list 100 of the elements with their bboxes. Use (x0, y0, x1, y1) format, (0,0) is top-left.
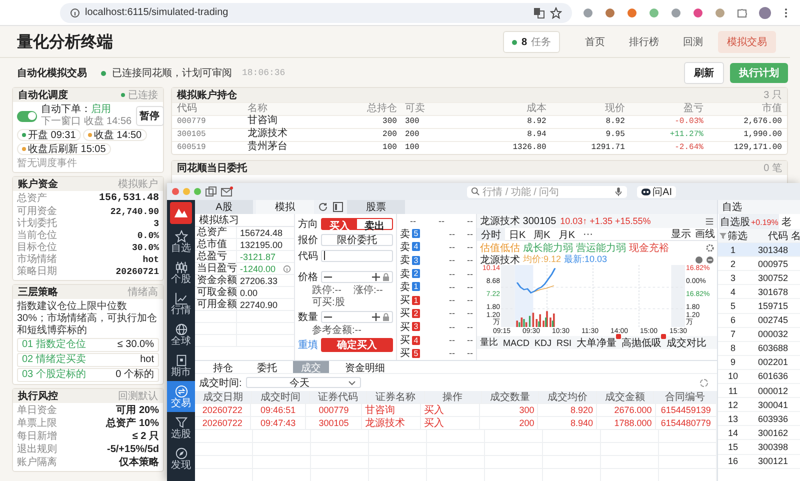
translate-icon[interactable] (533, 6, 545, 18)
extension-icon[interactable] (626, 6, 638, 18)
direction-button[interactable]: 买入 (322, 218, 357, 228)
watchlist-row[interactable]: 2 000975 (718, 257, 800, 272)
watchlist-row[interactable]: 4 301678 (718, 285, 800, 300)
indicator-tab[interactable]: MACD (502, 338, 530, 348)
watchlist-row[interactable]: 16 300121 (718, 454, 800, 469)
watchlist-row[interactable]: 12 300041 (718, 398, 800, 412)
sidebar-item[interactable]: 选股 (167, 412, 195, 443)
watchlist-row[interactable]: 14 300162 (718, 426, 800, 440)
extension-icon[interactable] (670, 6, 682, 18)
windows-icon[interactable] (205, 186, 217, 198)
puzzle-icon[interactable] (736, 6, 748, 18)
watchlist-row[interactable]: 3 300752 (718, 271, 800, 286)
column-header[interactable]: 筛选 (718, 228, 748, 243)
panel-icon[interactable] (333, 202, 343, 212)
watchlist-row[interactable]: 6 002745 (718, 314, 800, 328)
period-tab[interactable]: ··· (579, 228, 598, 240)
nav-tab[interactable]: 回测 (674, 31, 712, 53)
layer-label: 01 指数定仓位 (22, 339, 86, 351)
sidebar-item[interactable]: 发现 (167, 443, 195, 474)
period-tab[interactable]: 周K (530, 228, 554, 240)
price-stepper[interactable] (321, 270, 393, 282)
indicator-tab[interactable]: RSI (556, 338, 573, 348)
account-label: 当日盈亏 (195, 262, 237, 274)
watchlist-group-tab[interactable]: 自选股+0.19% (719, 214, 780, 230)
app-tab[interactable]: A股 (195, 200, 253, 214)
indicator-tab[interactable]: 高抛低吸 (620, 336, 663, 350)
draw-line-button[interactable]: 画线 (693, 227, 717, 241)
indicator-tab[interactable]: 量比 (479, 336, 499, 349)
watchlist-row[interactable]: 9 002201 (718, 356, 800, 370)
card-tag: 模拟账户 (118, 177, 158, 191)
sidebar-item[interactable]: 全球 (167, 319, 195, 350)
ask-ai-button[interactable]: 问AI (636, 186, 676, 198)
field-label: 报价 (298, 234, 318, 246)
toggle-switch[interactable] (17, 110, 37, 122)
watchlist-row[interactable]: 8 603688 (718, 342, 800, 356)
period-tab[interactable]: 月K (554, 228, 580, 240)
close-icon[interactable] (172, 188, 179, 195)
pause-button[interactable]: 暂停 (136, 106, 164, 126)
extension-icon[interactable] (604, 6, 616, 18)
record-tab[interactable]: 持仓 (205, 361, 241, 373)
record-tab[interactable]: 资金明细 (337, 361, 393, 373)
address-field[interactable]: localhost:6115/simulated-trading (60, 2, 572, 22)
nav-tab[interactable]: 首页 (576, 31, 614, 53)
watchlist-group-tab[interactable]: 老 (780, 214, 792, 230)
refresh-icon[interactable] (699, 378, 709, 388)
avatar-icon[interactable] (758, 6, 772, 20)
display-menu[interactable]: 显示 (669, 227, 693, 241)
task-badge[interactable]: 8 任务 (503, 31, 560, 53)
sidebar-item[interactable]: 行情 (167, 288, 195, 319)
extension-icon[interactable] (714, 6, 726, 18)
watchlist-row[interactable]: 11 000012 (718, 384, 800, 398)
sidebar-item[interactable]: 自选 (167, 226, 195, 257)
logo-icon[interactable] (170, 202, 192, 224)
time-filter-dropdown[interactable]: 今天 (246, 377, 361, 388)
plus-icon[interactable] (372, 312, 380, 320)
app-tab[interactable]: 模拟 (256, 200, 314, 214)
indicator-tab[interactable]: 大单净量 (576, 336, 618, 350)
watchlist-row[interactable]: 15 300398 (718, 440, 800, 454)
level-volume: -- (466, 322, 473, 332)
watchlist-row[interactable]: 5 159715 (718, 299, 800, 314)
watchlist-row[interactable]: 7 000032 (718, 328, 800, 342)
line-chart-icon (174, 292, 188, 304)
info-icon[interactable] (283, 264, 291, 272)
confirm-buy-button[interactable]: 确定买入 (321, 338, 393, 352)
app-tab[interactable]: 股票 (347, 200, 405, 214)
period-tab[interactable]: 分时 (477, 228, 505, 240)
sidebar-item[interactable]: 个股 (167, 257, 195, 288)
nav-tab[interactable]: 模拟交易 (718, 31, 776, 53)
level-badge: 2 (412, 269, 420, 278)
period-tab[interactable]: 日K (505, 228, 530, 240)
watchlist-row[interactable]: 1 301348 (718, 243, 800, 258)
plus-icon[interactable] (372, 272, 380, 280)
watchlist-row[interactable]: 10 601636 (718, 370, 800, 384)
sidebar-item[interactable]: 期市 (167, 350, 195, 381)
zoom-out-icon[interactable] (706, 256, 714, 264)
reset-link[interactable]: 重填 (298, 338, 318, 352)
nav-tab[interactable]: 排行榜 (620, 31, 668, 53)
mail-icon[interactable] (221, 186, 233, 198)
rule-value: 总资产 10% (106, 418, 159, 430)
sidebar-item[interactable]: 交易 (167, 381, 195, 412)
extension-icon[interactable] (692, 6, 704, 18)
candlestick-icon (174, 260, 188, 274)
indicator-tab[interactable]: 成交对比 (666, 336, 708, 350)
level-badge: 5 (412, 348, 420, 358)
record-tab[interactable]: 委托 (249, 361, 285, 373)
stock-tag[interactable]: 现金充裕 (629, 240, 669, 254)
watchlist-row[interactable]: 13 603936 (718, 412, 800, 426)
extension-icon[interactable] (582, 6, 594, 18)
action-button[interactable]: 刷新 (684, 62, 724, 84)
level-price: -- (448, 335, 455, 346)
code-input[interactable] (321, 250, 393, 262)
indicator-tab[interactable]: KDJ (534, 338, 553, 348)
quote-type-field[interactable]: 限价委托 (321, 234, 393, 246)
refresh-icon[interactable] (318, 202, 328, 212)
microphone-icon[interactable] (614, 187, 623, 196)
list-icon[interactable] (705, 216, 714, 226)
quantity-stepper[interactable] (321, 310, 393, 322)
star-icon[interactable] (550, 6, 562, 18)
